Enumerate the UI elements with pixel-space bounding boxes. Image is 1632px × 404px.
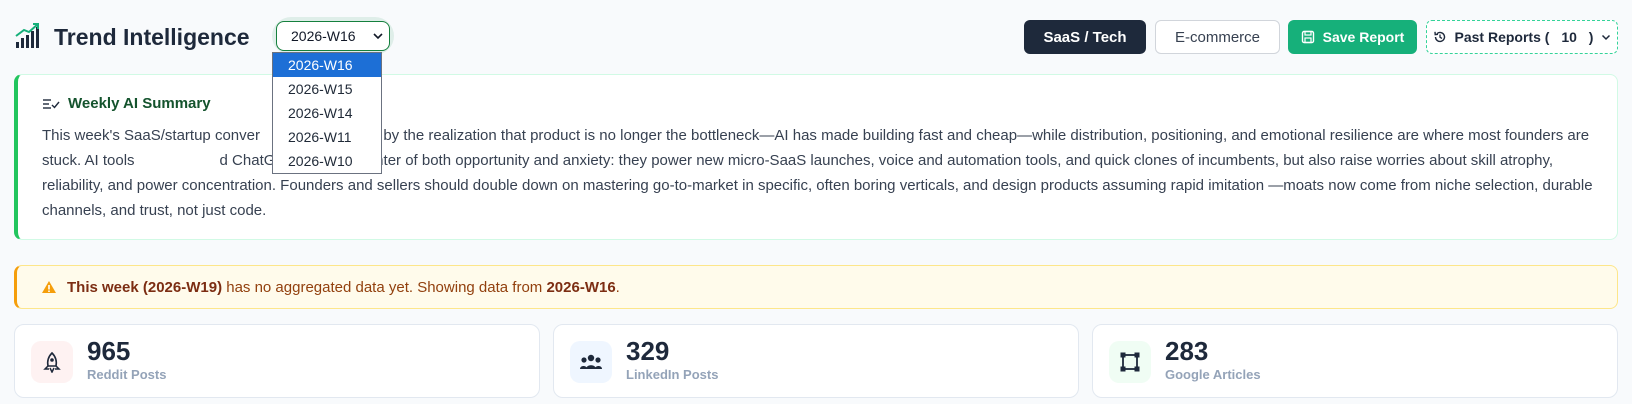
past-reports-button[interactable]: Past Reports ( 10 )	[1426, 20, 1618, 54]
chevron-down-icon	[373, 33, 383, 40]
people-group-icon	[570, 341, 612, 383]
list-check-icon	[43, 98, 60, 109]
chart-trend-icon	[15, 23, 39, 48]
week-option[interactable]: 2026-W14	[273, 101, 381, 125]
vector-square-icon	[1109, 341, 1151, 383]
week-option[interactable]: 2026-W15	[273, 77, 381, 101]
stat-label: Reddit Posts	[87, 367, 167, 382]
week-option[interactable]: 2026-W10	[273, 149, 381, 173]
past-reports-label: Past Reports ( 10 )	[1455, 29, 1594, 45]
summary-header: Weekly AI Summary	[42, 95, 211, 112]
past-reports-suffix: )	[1588, 29, 1594, 45]
alert-message: has no aggregated data yet. Showing data…	[222, 278, 547, 296]
week-select[interactable]: 2026-W16	[272, 17, 394, 55]
stat-card-reddit: 965 Reddit Posts	[14, 324, 540, 398]
save-icon	[1301, 30, 1314, 44]
saas-tech-label: SaaS / Tech	[1043, 28, 1127, 46]
stat-value: 283	[1165, 336, 1209, 366]
alert-suffix: .	[615, 278, 620, 296]
week-option[interactable]: 2026-W16	[273, 53, 381, 77]
stat-value: 965	[87, 336, 131, 366]
stat-label: Google Articles	[1165, 367, 1261, 382]
stat-value: 329	[626, 336, 670, 366]
alert-text: This week (2026-W19) has no aggregated d…	[67, 279, 620, 296]
history-icon	[1433, 31, 1445, 43]
week-dropdown-list: 2026-W16 2026-W15 2026-W14 2026-W11 2026…	[272, 52, 382, 174]
stat-label: LinkedIn Posts	[626, 367, 719, 382]
chevron-down-icon	[1602, 34, 1611, 41]
past-reports-count: 10	[1561, 29, 1577, 45]
summary-text-part-1: This week's SaaS/startup conver	[42, 127, 260, 144]
alert-data-week: 2026-W16	[546, 278, 616, 296]
ecommerce-button[interactable]: E-commerce	[1155, 20, 1280, 54]
week-select-value: 2026-W16	[291, 28, 356, 44]
no-data-alert: This week (2026-W19) has no aggregated d…	[14, 265, 1618, 309]
ecommerce-label: E-commerce	[1174, 28, 1260, 46]
save-report-label: Save Report	[1322, 29, 1405, 45]
weekly-summary-card: Weekly AI Summary This week's SaaS/start…	[14, 74, 1618, 240]
header: Trend Intelligence 2026-W16 SaaS / Tech …	[14, 17, 1618, 58]
saas-tech-button[interactable]: SaaS / Tech	[1024, 20, 1146, 54]
summary-title: Weekly AI Summary	[68, 95, 211, 112]
alert-current-week: This week (2026-W19)	[67, 278, 223, 296]
save-report-button[interactable]: Save Report	[1288, 20, 1417, 54]
warning-icon	[42, 281, 56, 293]
week-option[interactable]: 2026-W11	[273, 125, 381, 149]
stat-card-google: 283 Google Articles	[1092, 324, 1618, 398]
reddit-icon	[31, 341, 73, 383]
stat-card-linkedin: 329 LinkedIn Posts	[553, 324, 1079, 398]
past-reports-prefix: Past Reports (	[1454, 29, 1550, 45]
page-title: Trend Intelligence	[54, 24, 250, 50]
